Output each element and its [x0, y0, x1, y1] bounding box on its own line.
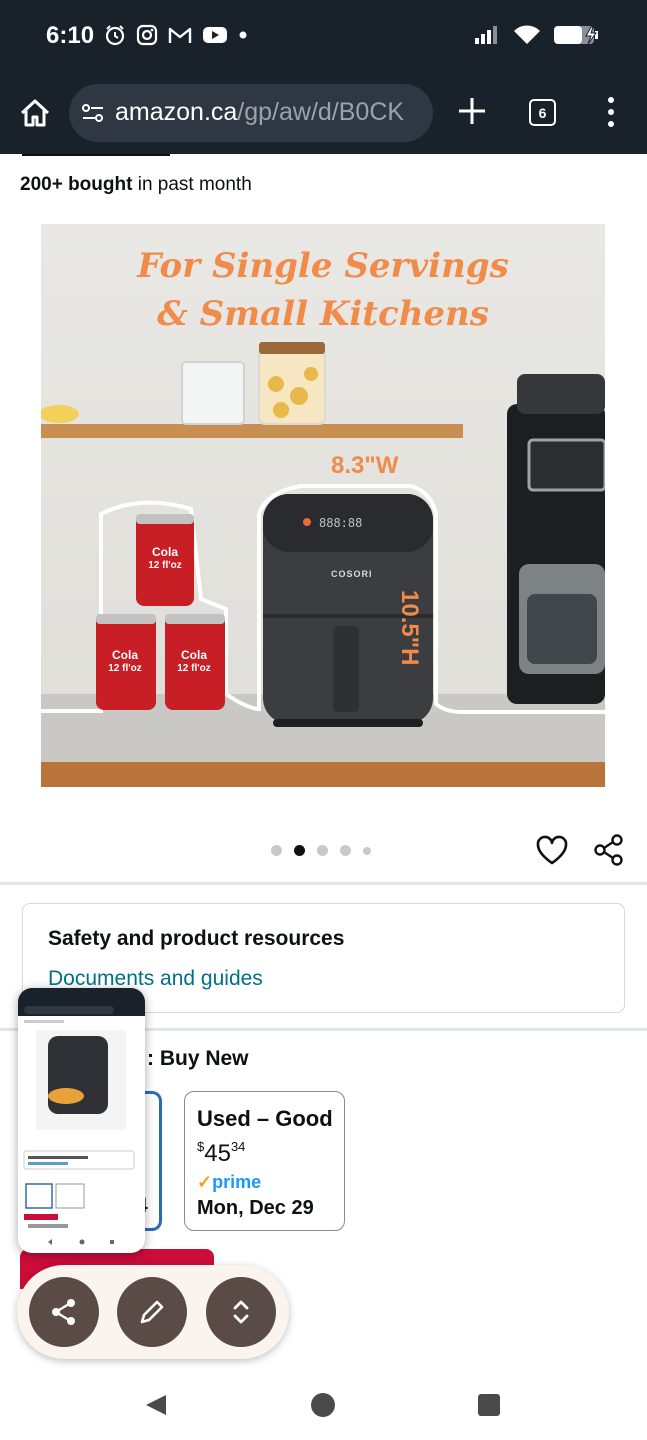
tab-switcher-button[interactable]: 6 [529, 99, 556, 126]
can-brand: Cola [151, 545, 178, 559]
browser-toolbar: amazon.ca/gp/aw/d/B0CK 6 [0, 72, 647, 154]
dot-icon [239, 31, 247, 39]
pencil-icon [140, 1300, 164, 1324]
image-headline-line-1: For Single Servings [137, 246, 509, 286]
bought-badge: 200+ bought in past month [20, 174, 252, 196]
expand-icon [233, 1300, 249, 1324]
site-settings-icon[interactable] [81, 102, 105, 124]
fryer-display: 888:88 [319, 516, 363, 530]
edit-screenshot-button[interactable] [117, 1277, 187, 1347]
used-condition: Used – Good [197, 1106, 333, 1131]
fryer-brand: COSORI [331, 569, 373, 579]
carousel-dot-active[interactable] [294, 845, 305, 856]
url-host: amazon.ca [115, 98, 238, 126]
price-fraction: 34 [230, 1139, 246, 1154]
share-screenshot-button[interactable] [29, 1277, 99, 1347]
share-icon[interactable] [592, 833, 626, 867]
carousel-dot[interactable] [271, 845, 282, 856]
tab-count: 6 [538, 104, 547, 121]
can-label: Cola 12 fl'oz [174, 648, 214, 676]
can-brand: Cola [111, 648, 138, 662]
height-label: 10.5"H [396, 590, 423, 666]
screenshot-toolbar [17, 1265, 289, 1359]
prime-check-icon: ✓ [197, 1172, 213, 1192]
delivery-date: Mon, Dec 29 [197, 1197, 314, 1219]
preview-status-bar [18, 988, 145, 1016]
can-brand: Cola [180, 648, 207, 662]
share-icon [52, 1299, 75, 1325]
system-icons [473, 24, 603, 46]
scroll-capture-button[interactable] [206, 1277, 276, 1347]
preview-url-bar [24, 1006, 114, 1014]
url-path: /gp/aw/d/B0CK [237, 98, 405, 126]
more-menu-icon[interactable] [598, 94, 624, 130]
youtube-icon [203, 27, 227, 43]
recents-icon[interactable] [478, 1394, 500, 1416]
carousel-dot[interactable] [363, 846, 371, 855]
bought-suffix: in past month [132, 174, 252, 195]
carousel-indicator [271, 845, 371, 856]
used-price: $4534 [197, 1139, 245, 1168]
resources-title: Safety and product resources [48, 927, 345, 950]
width-label: 8.3"W [331, 452, 399, 479]
can-label: Cola 12 fl'oz [105, 648, 145, 676]
price-whole: 45 [204, 1140, 231, 1167]
prime-badge: ✓prime [197, 1172, 261, 1193]
wifi-icon [514, 25, 540, 44]
back-icon[interactable] [144, 1393, 168, 1417]
gmail-icon [168, 27, 192, 43]
can-volume: 12 fl'oz [148, 560, 182, 571]
bought-count: 200+ bought [20, 174, 133, 195]
instagram-icon [136, 24, 158, 46]
home-icon[interactable] [18, 96, 52, 130]
url-text: amazon.ca/gp/aw/d/B0CK [115, 98, 404, 127]
carousel-dot[interactable] [317, 845, 328, 856]
preview-content [23, 1020, 135, 1245]
wishlist-heart-icon[interactable] [535, 834, 569, 868]
image-headline-line-2: & Small Kitchens [157, 294, 489, 334]
address-bar[interactable]: amazon.ca/gp/aw/d/B0CK [69, 84, 433, 142]
used-good-option[interactable]: Used – Good $4534 ✓prime Mon, Dec 29 [184, 1091, 345, 1231]
screenshot-preview[interactable] [18, 988, 145, 1253]
status-time: 6:10 [46, 22, 95, 49]
battery-charging-icon [554, 26, 598, 45]
product-image[interactable]: For Single Servings & Small Kitchens 8.3… [41, 224, 605, 787]
can-label: Cola 12 fl'oz [145, 545, 185, 573]
section-divider [0, 882, 647, 885]
carousel-dot[interactable] [340, 845, 351, 856]
buying-options-heading: : Buy New [147, 1047, 249, 1070]
signal-icon [475, 26, 497, 44]
notification-icons [104, 24, 248, 46]
status-bar: 6:10 [0, 0, 647, 72]
prime-label: prime [212, 1172, 262, 1192]
can-volume: 12 fl'oz [108, 663, 142, 674]
alarm-icon [105, 25, 125, 46]
section-rule [22, 154, 170, 156]
home-nav-icon[interactable] [311, 1393, 335, 1417]
new-tab-icon[interactable] [455, 94, 489, 128]
can-volume: 12 fl'oz [177, 663, 211, 674]
